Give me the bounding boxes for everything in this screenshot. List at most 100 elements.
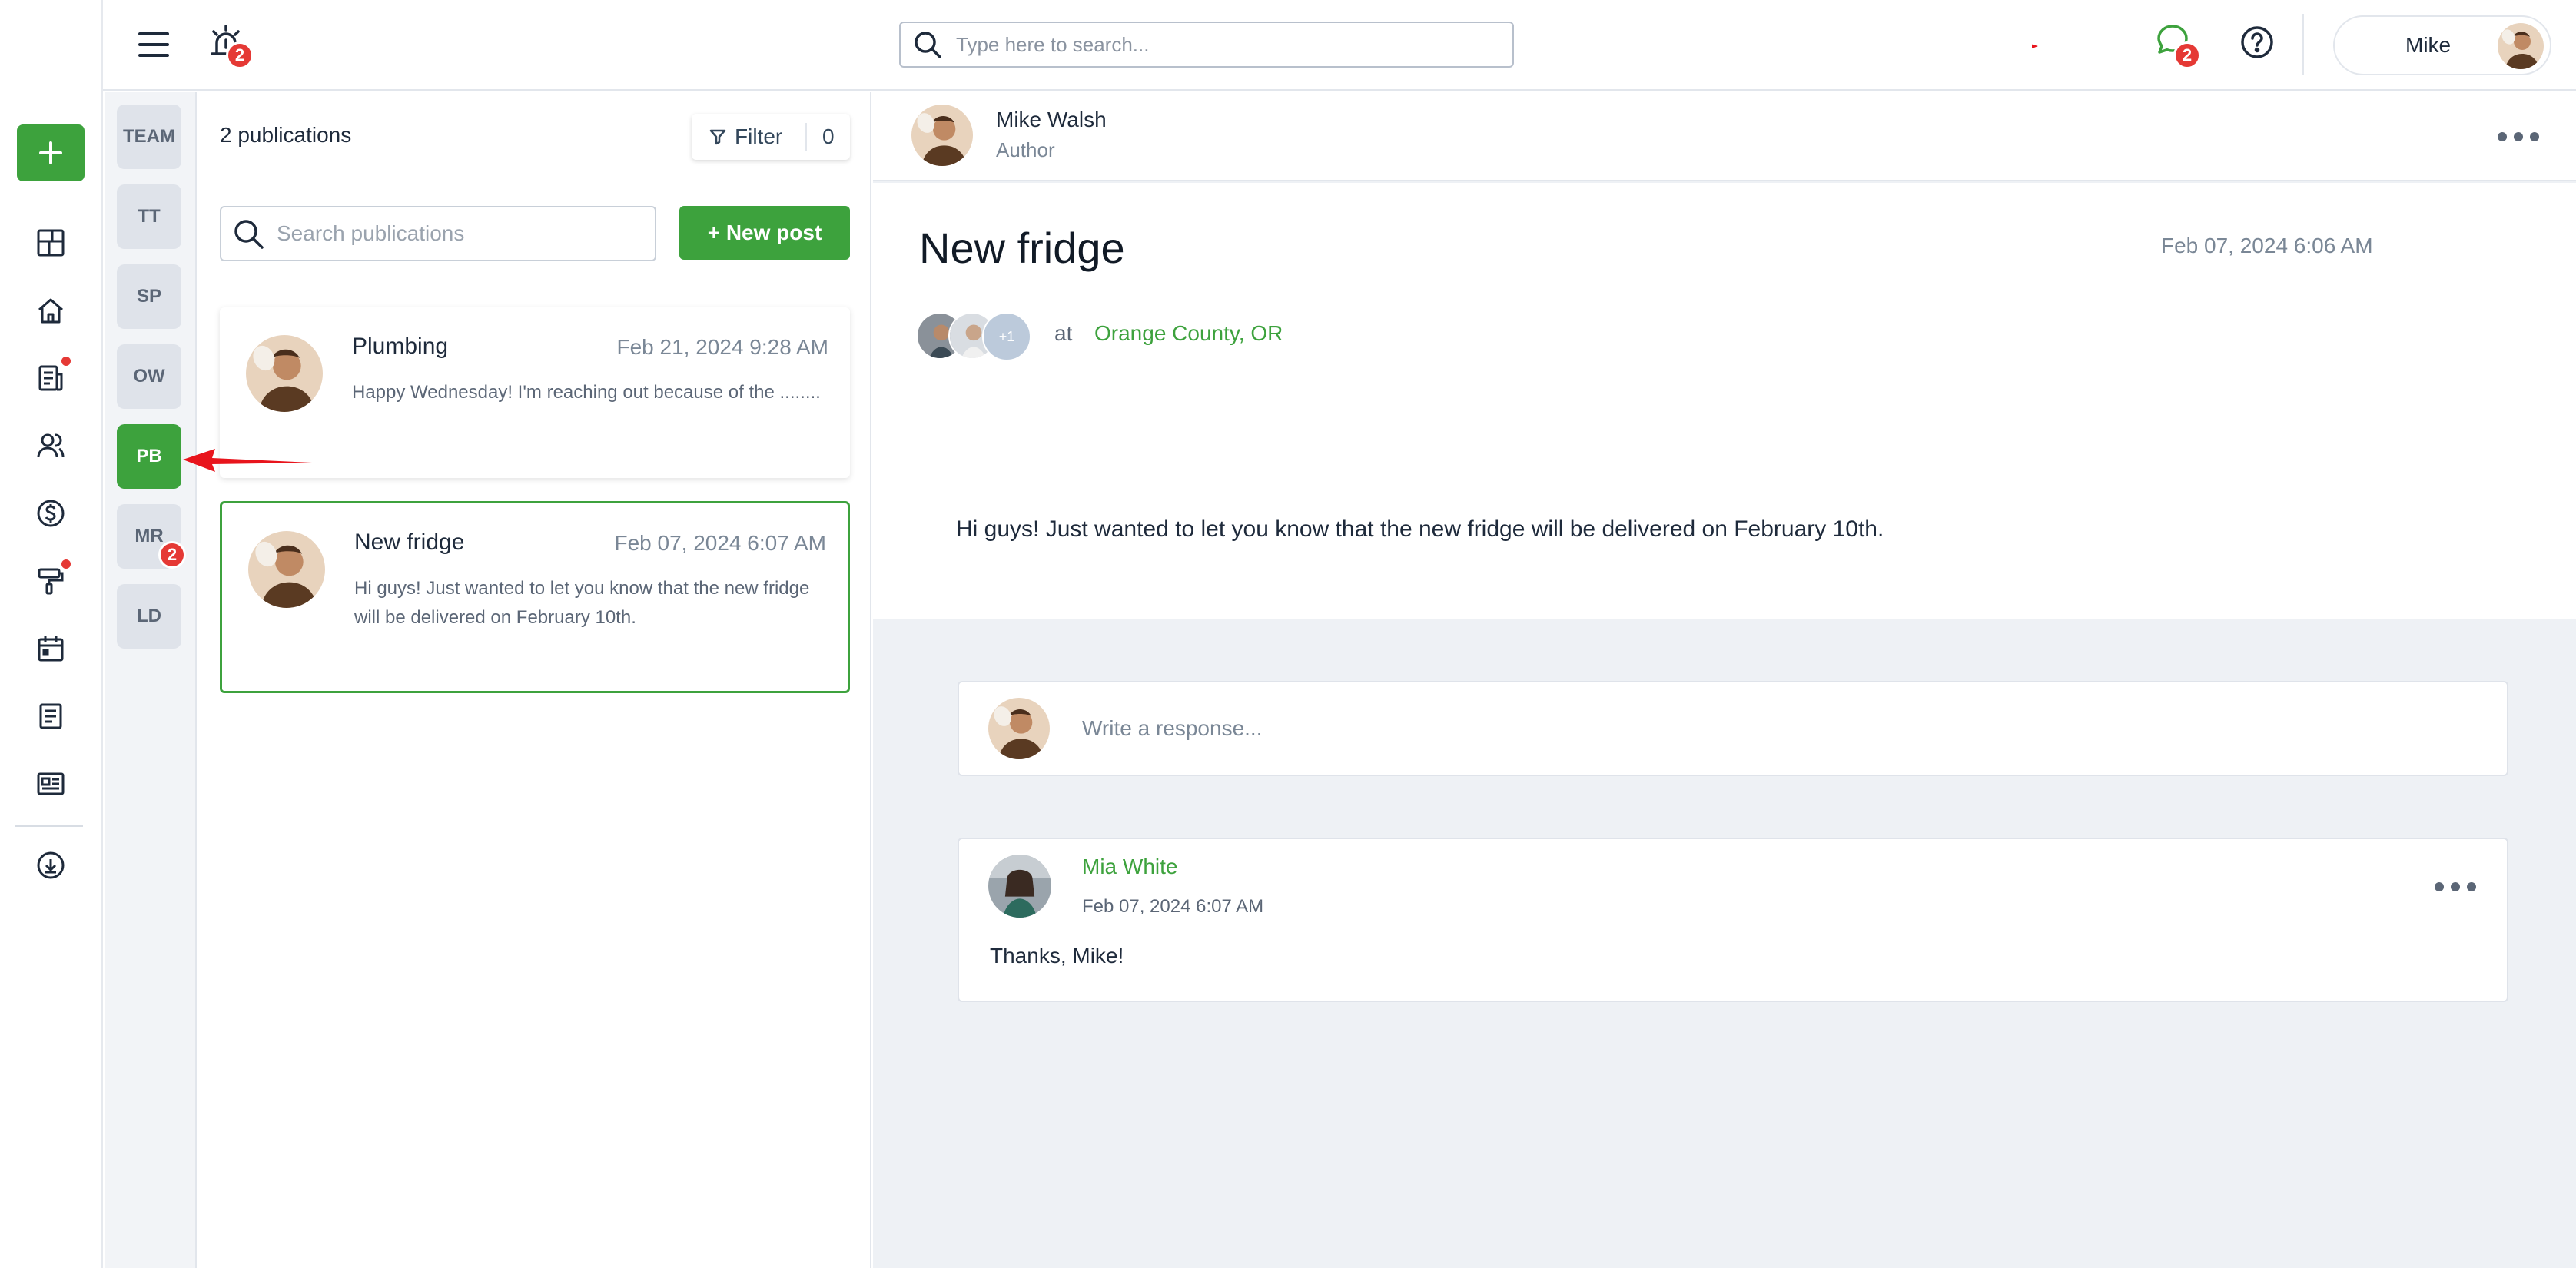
team-item-sp[interactable]: SP (117, 264, 181, 329)
nav-dashboard[interactable] (32, 224, 69, 261)
calendar-icon (38, 636, 64, 662)
nav-maintenance[interactable] (32, 559, 71, 599)
filter-icon (709, 129, 726, 145)
recipients-avatars[interactable]: +1 (916, 312, 1031, 361)
nav-downloads[interactable] (32, 847, 69, 884)
publication-date: Feb 21, 2024 9:28 AM (616, 335, 828, 359)
new-post-button[interactable]: + New post (679, 206, 850, 260)
nav-home[interactable] (32, 292, 69, 329)
comment-text: Thanks, Mike! (990, 944, 1124, 968)
avatar (988, 855, 1051, 918)
nav-reports[interactable] (32, 357, 71, 397)
main-nav-rail (0, 0, 103, 1268)
help-icon (2241, 26, 2273, 58)
comment-author[interactable]: Mia White (1082, 855, 1177, 879)
search-icon (234, 220, 264, 249)
more-dots-icon (2435, 882, 2444, 891)
publication-excerpt: Happy Wednesday! I'm reaching out becaus… (352, 382, 821, 403)
document-icon (39, 703, 62, 729)
team-label: LD (137, 606, 161, 626)
team-item-mr[interactable]: MR 2 (117, 504, 186, 569)
avatar (911, 105, 973, 166)
notification-dot (61, 559, 71, 569)
publication-title: Plumbing (352, 334, 449, 359)
topbar-divider (2302, 14, 2304, 75)
users-icon (37, 433, 65, 458)
team-label: PB (136, 446, 162, 466)
plus-icon (39, 141, 62, 164)
publication-title: New fridge (354, 529, 465, 555)
more-recipients-badge: +1 (982, 312, 1031, 361)
filter-divider (805, 123, 807, 151)
post-date: Feb 07, 2024 6:06 AM (2161, 234, 2373, 257)
team-label: SP (136, 286, 161, 307)
author-name: Mike Walsh (996, 108, 1107, 131)
nav-finance[interactable] (32, 495, 69, 532)
team-item-ow[interactable]: OW (117, 344, 181, 409)
author-header: Mike Walsh Author (873, 92, 2576, 181)
team-item-team[interactable]: TEAM (117, 105, 181, 169)
help-button[interactable] (2239, 25, 2278, 63)
alarm-button[interactable]: 2 (207, 23, 254, 69)
dashboard-icon (37, 229, 65, 257)
nav-people[interactable] (32, 427, 69, 464)
publication-card-selected[interactable]: New fridge Feb 07, 2024 6:07 AM Hi guys!… (220, 501, 850, 693)
hamburger-icon (138, 32, 169, 57)
post-title: New fridge (919, 224, 1125, 272)
comment-options-button[interactable] (2435, 878, 2476, 896)
nav-calendar[interactable] (32, 630, 69, 667)
create-button[interactable] (17, 124, 85, 181)
at-label: at (1054, 321, 1073, 345)
home-icon (38, 298, 63, 324)
user-menu[interactable]: Mike (2333, 15, 2551, 75)
publications-search-input[interactable]: Search publications (220, 206, 656, 261)
cloud-download-icon (37, 851, 65, 879)
more-dots-icon (2498, 132, 2507, 141)
publication-date: Feb 07, 2024 6:07 AM (614, 531, 826, 555)
post-body: New fridge Feb 07, 2024 6:06 AM +1 at Or… (873, 183, 2576, 619)
report-icon (38, 365, 63, 391)
post-options-button[interactable] (2498, 128, 2539, 146)
filter-count: 0 (822, 124, 835, 148)
search-placeholder: Type here to search... (956, 32, 1150, 56)
team-item-pb[interactable]: PB (117, 424, 181, 489)
annotation-arrow-left (183, 449, 312, 472)
team-item-tt[interactable]: TT (117, 184, 181, 249)
search-icon (915, 32, 941, 58)
publication-detail: Mike Walsh Author New fridge Feb 07, 202… (873, 92, 2576, 1268)
team-label: TEAM (123, 126, 175, 147)
location-link[interactable]: Orange County, OR (1094, 321, 1283, 346)
rail-divider (15, 825, 83, 827)
avatar (2498, 23, 2544, 69)
menu-toggle[interactable] (137, 28, 171, 61)
team-label: MR (134, 526, 164, 546)
nav-documents[interactable] (32, 698, 69, 735)
publication-excerpt: Hi guys! Just wanted to let you know tha… (354, 578, 810, 628)
teams-column: TEAM TT SP OW PB MR 2 LD (105, 92, 197, 1268)
comment-date: Feb 07, 2024 6:07 AM (1082, 896, 1264, 917)
team-label: OW (133, 366, 165, 387)
team-label: TT (138, 206, 161, 227)
annotation-arrow-right (2032, 44, 2038, 49)
response-input[interactable]: Write a response... (958, 681, 2508, 776)
alarm-badge: 2 (226, 41, 254, 69)
search-placeholder: Search publications (277, 221, 465, 245)
global-search-input[interactable]: Type here to search... (899, 22, 1514, 68)
filter-label: Filter (735, 124, 783, 148)
publications-count: 2 publications (220, 123, 352, 147)
team-item-ld[interactable]: LD (117, 584, 181, 649)
dollar-icon (37, 500, 65, 527)
paint-roller-icon (38, 568, 64, 595)
avatar (246, 335, 323, 412)
filter-button[interactable]: Filter 0 (692, 114, 850, 160)
avatar (988, 698, 1050, 759)
user-name: Mike (2405, 33, 2452, 57)
publications-panel: 2 publications Filter 0 Search publicati… (197, 92, 871, 1268)
listing-icon (37, 772, 65, 795)
team-badge: 2 (158, 541, 186, 569)
author-role: Author (996, 138, 1055, 161)
post-text: Hi guys! Just wanted to let you know tha… (956, 516, 1884, 542)
nav-listings[interactable] (32, 765, 69, 802)
avatar (248, 531, 325, 608)
top-bar: 2 Type here to search... 2 Mike (103, 0, 2576, 91)
